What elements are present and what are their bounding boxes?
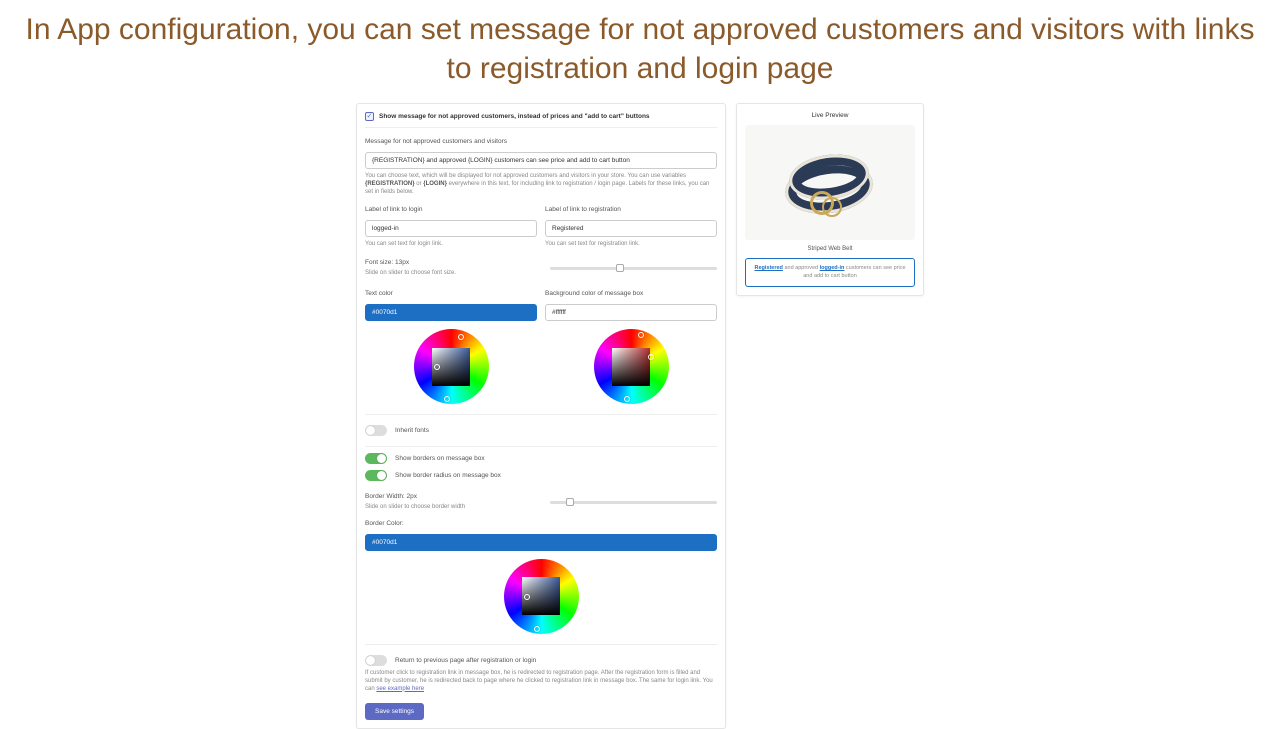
text-color-input[interactable]: [365, 304, 537, 321]
inherit-fonts-toggle[interactable]: [365, 425, 387, 436]
text-color-picker[interactable]: [414, 329, 489, 404]
message-input[interactable]: [365, 152, 717, 169]
return-prev-label: Return to previous page after registrati…: [395, 657, 536, 664]
checkbox-icon: [365, 112, 374, 121]
see-example-link[interactable]: see example here: [376, 686, 424, 692]
reg-link-help: You can set text for registration link.: [545, 241, 717, 247]
slider-thumb[interactable]: [566, 498, 574, 506]
preview-message-box: Registered and approved logged-in custom…: [745, 258, 915, 287]
reg-link-input[interactable]: [545, 220, 717, 237]
inherit-fonts-toggle-row: Inherit fonts: [365, 425, 717, 436]
product-image: [745, 125, 915, 240]
message-help: You can choose text, which will be displ…: [365, 173, 717, 196]
message-label: Message for not approved customers and v…: [365, 138, 717, 145]
return-prev-toggle-row: Return to previous page after registrati…: [365, 655, 717, 666]
border-width-label: Border Width: 2px: [365, 493, 540, 500]
font-size-label: Font size: 13px: [365, 259, 540, 266]
font-size-help: Slide on slider to choose font size.: [365, 270, 540, 278]
bg-color-input[interactable]: [545, 304, 717, 321]
show-borders-toggle-row: Show borders on message box: [365, 453, 717, 464]
login-link-input[interactable]: [365, 220, 537, 237]
show-message-checkbox-row[interactable]: Show message for not approved customers,…: [365, 112, 717, 128]
show-borders-toggle[interactable]: [365, 453, 387, 464]
link-labels-row: Label of link to login You can set text …: [365, 206, 717, 247]
border-color-input[interactable]: [365, 534, 717, 551]
show-borders-label: Show borders on message box: [395, 455, 485, 462]
return-prev-toggle[interactable]: [365, 655, 387, 666]
settings-panel: Show message for not approved customers,…: [356, 103, 726, 729]
product-name: Striped Web Belt: [745, 246, 915, 252]
live-preview-panel: Live Preview Striped Web Belt Registered…: [736, 103, 924, 296]
text-color-label: Text color: [365, 290, 537, 297]
font-size-slider[interactable]: [550, 267, 717, 270]
config-container: Show message for not approved customers,…: [0, 103, 1280, 729]
bg-color-picker[interactable]: [594, 329, 669, 404]
inherit-fonts-label: Inherit fonts: [395, 427, 429, 434]
slider-thumb[interactable]: [616, 264, 624, 272]
return-prev-help: If customer click to registration link i…: [365, 670, 717, 693]
login-link-label: Label of link to login: [365, 206, 537, 213]
border-width-row: Border Width: 2px Slide on slider to cho…: [365, 493, 717, 512]
preview-title: Live Preview: [745, 112, 915, 119]
border-color-picker[interactable]: [504, 559, 579, 634]
bg-color-label: Background color of message box: [545, 290, 717, 297]
preview-reg-link[interactable]: Registered: [754, 265, 782, 271]
border-width-slider[interactable]: [550, 501, 717, 504]
login-link-help: You can set text for login link.: [365, 241, 537, 247]
reg-link-label: Label of link to registration: [545, 206, 717, 213]
font-size-row: Font size: 13px Slide on slider to choos…: [365, 259, 717, 278]
save-button[interactable]: Save settings: [365, 703, 424, 720]
show-radius-toggle[interactable]: [365, 470, 387, 481]
show-radius-toggle-row: Show border radius on message box: [365, 470, 717, 481]
preview-login-link[interactable]: logged-in: [820, 265, 845, 271]
page-title: In App configuration, you can set messag…: [0, 0, 1280, 98]
border-width-help: Slide on slider to choose border width: [365, 504, 540, 512]
show-message-label: Show message for not approved customers,…: [379, 113, 650, 120]
show-radius-label: Show border radius on message box: [395, 472, 501, 479]
color-row: Text color Background color of message b…: [365, 290, 717, 404]
border-color-label: Border Color:: [365, 520, 717, 527]
